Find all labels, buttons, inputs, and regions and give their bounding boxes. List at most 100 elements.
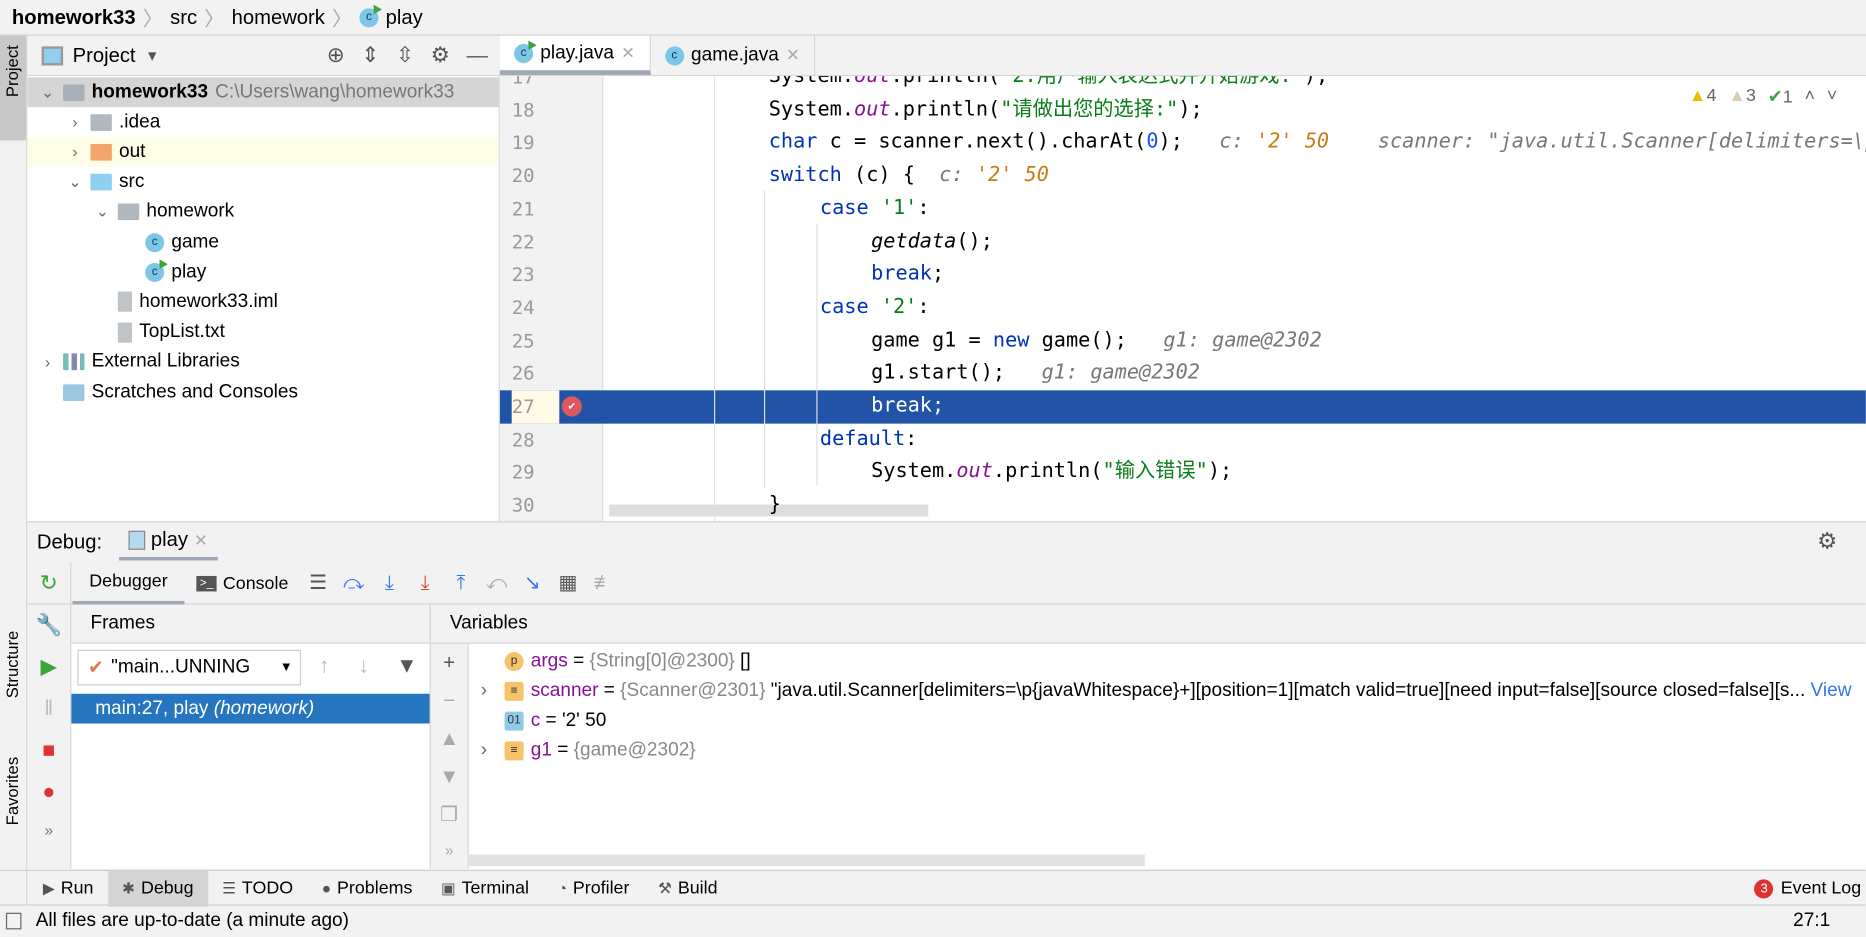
line-number[interactable]: 21 [512,193,560,226]
filter-icon[interactable]: ▼ [396,653,417,678]
dropdown-icon[interactable]: ▼ [145,47,159,64]
locate-icon[interactable]: ⊕ [327,43,345,68]
code-line[interactable]: 19 char c = scanner.next().charAt(0); c: … [500,127,1866,160]
breadcrumb-package[interactable]: homework [232,5,325,29]
chevron-right-icon[interactable]: › [481,680,498,701]
tool-tab-debug[interactable]: ✱ Debug [107,870,208,907]
event-log-button[interactable]: 3 Event Log [1754,878,1866,898]
chevron-down-icon[interactable]: ⌄ [67,173,84,192]
line-number[interactable]: 27 [511,390,560,424]
more-icon[interactable]: » [445,841,454,859]
close-icon[interactable]: ✕ [786,45,800,65]
tree-item[interactable]: TopList.txt [27,317,498,347]
code-line[interactable]: 29 System.out.println("输入错误"); [500,456,1866,489]
gear-icon[interactable]: ⚙ [431,43,450,68]
move-down-icon[interactable]: ▼ [439,765,459,789]
add-watch-icon[interactable]: + [443,651,455,675]
side-tab-project[interactable]: Project [2,45,21,97]
debug-session-tab[interactable]: play ✕ [118,524,218,561]
code-line[interactable]: 30} [500,489,1866,521]
tool-tab-profiler[interactable]: ◔ Profiler [543,870,643,906]
gear-icon[interactable]: ⚙ [1817,528,1866,555]
layout-icon[interactable]: ☰ [300,571,336,595]
frame-item[interactable]: main:27, play (homework) [71,693,430,724]
code-line[interactable]: 25 game g1 = new game(); g1: game@2302 [500,324,1866,357]
tree-item[interactable]: ⌄ src [27,167,498,197]
run-to-cursor-icon[interactable]: ↘ [514,571,550,595]
chevron-down-icon[interactable]: ⌄ [39,83,56,102]
variable-row[interactable]: p args = {String[0]@2300} [] [481,646,751,676]
line-number[interactable]: 22 [512,226,560,259]
code-line[interactable]: 21 case '1': [500,193,1866,226]
step-out-icon[interactable]: ⤒ [443,571,479,595]
code-line[interactable]: 26 g1.start(); g1: game@2302 [500,357,1866,390]
tree-item[interactable]: homework33.iml [27,287,498,317]
duplicate-icon[interactable]: ❐ [440,803,458,827]
code-line[interactable]: 24 case '2': [500,291,1866,324]
line-number[interactable]: 28 [512,423,560,456]
chevron-right-icon[interactable]: › [39,353,56,371]
expand-all-icon[interactable]: ⇕ [361,43,379,68]
inspection-widget[interactable]: ▲4 ▲3 ✔1 ˄ ˅ [1689,86,1838,107]
line-number[interactable]: 25 [512,324,560,357]
move-up-icon[interactable]: ▲ [439,727,459,751]
close-icon[interactable]: ✕ [194,530,208,550]
tab-debugger[interactable]: Debugger [72,562,185,605]
wrench-icon[interactable]: 🔧 [35,613,62,638]
chevron-down-icon[interactable]: ⌄ [94,203,111,222]
close-icon[interactable]: ✕ [621,43,635,63]
view-link[interactable]: View [1811,680,1852,700]
breakpoint-icon[interactable]: ✔ [561,396,582,417]
tool-tab-problems[interactable]: ● Problems [307,870,426,906]
arrow-down-icon[interactable]: ↓ [358,653,369,678]
evaluate-icon[interactable]: ▦ [550,571,586,595]
tool-tab-run[interactable]: ▶ Run [29,870,108,906]
step-over-icon[interactable]: ⤼ [336,571,372,595]
thread-selector[interactable]: ✔ "main...UNNING ▼ [77,649,302,686]
arrow-up-icon[interactable]: ↑ [319,653,330,678]
code-editor[interactable]: ▲4 ▲3 ✔1 ˄ ˅ 17 System.out.println("2.用户输… [499,76,1866,522]
drop-frame-icon[interactable]: ⤺ [479,571,515,595]
variable-row[interactable]: › ≡ g1 = {game@2302} [481,735,696,765]
horizontal-scrollbar[interactable] [468,854,1145,867]
code-line[interactable]: 28 default: [500,423,1866,456]
tool-tab-terminal[interactable]: ▣ Terminal [427,870,544,906]
line-number[interactable]: 24 [512,291,560,324]
side-tab-favorites[interactable]: Favorites [2,757,21,826]
code-line[interactable]: 27 ✔ break; [499,390,1866,424]
toggle-tool-windows-icon[interactable] [5,912,22,930]
line-number[interactable]: 20 [512,160,560,193]
chevron-right-icon[interactable]: › [67,143,84,161]
pause-icon[interactable]: ‖ [44,696,53,721]
code-line[interactable]: 20 switch (c) { c: '2' 50 [500,160,1866,193]
line-number[interactable]: 30 [512,489,560,521]
line-number[interactable]: 29 [512,456,560,489]
breadcrumb-project[interactable]: homework33 [12,5,136,29]
tree-item[interactable]: ⌄ homework33 C:\Users\wang\homework33 [27,77,499,108]
force-step-into-icon[interactable]: ⤓ [407,571,443,595]
stop-icon[interactable]: ■ [42,738,55,763]
tab-console[interactable]: >_ Console [184,573,300,593]
variable-row[interactable]: › ≡ scanner = {Scanner@2301} "java.util.Sc… [481,676,1852,706]
project-panel-title[interactable]: Project [73,43,136,67]
line-number[interactable]: 19 [512,127,560,160]
rerun-icon[interactable]: ↻ [40,571,58,596]
tree-item[interactable]: › .idea [27,107,498,137]
caret-position[interactable]: 27:1 [1793,910,1866,931]
chevron-down-icon[interactable]: ˅ [1827,86,1837,107]
line-number[interactable]: 23 [512,258,560,291]
resume-icon[interactable]: ▶ [41,655,57,680]
more-icon[interactable]: » [44,821,53,839]
code-line[interactable]: 22 getdata(); [500,226,1866,259]
line-number[interactable]: 26 [512,357,560,390]
tool-tab-build[interactable]: ⚒ Build [644,870,732,906]
view-breakpoints-icon[interactable]: ● [42,779,55,804]
tree-item[interactable]: ⌄ homework [27,197,498,227]
trace-icon[interactable]: ≢ [586,571,622,595]
chevron-right-icon[interactable]: › [67,113,84,131]
tab-play-java[interactable]: c play.java ✕ [499,35,651,75]
side-tab-structure[interactable]: Structure [2,631,21,699]
code-line[interactable]: 18 System.out.println("请做出您的选择:"); [500,94,1866,127]
tree-item[interactable]: c game [27,227,498,257]
chevron-up-icon[interactable]: ˄ [1805,86,1815,107]
